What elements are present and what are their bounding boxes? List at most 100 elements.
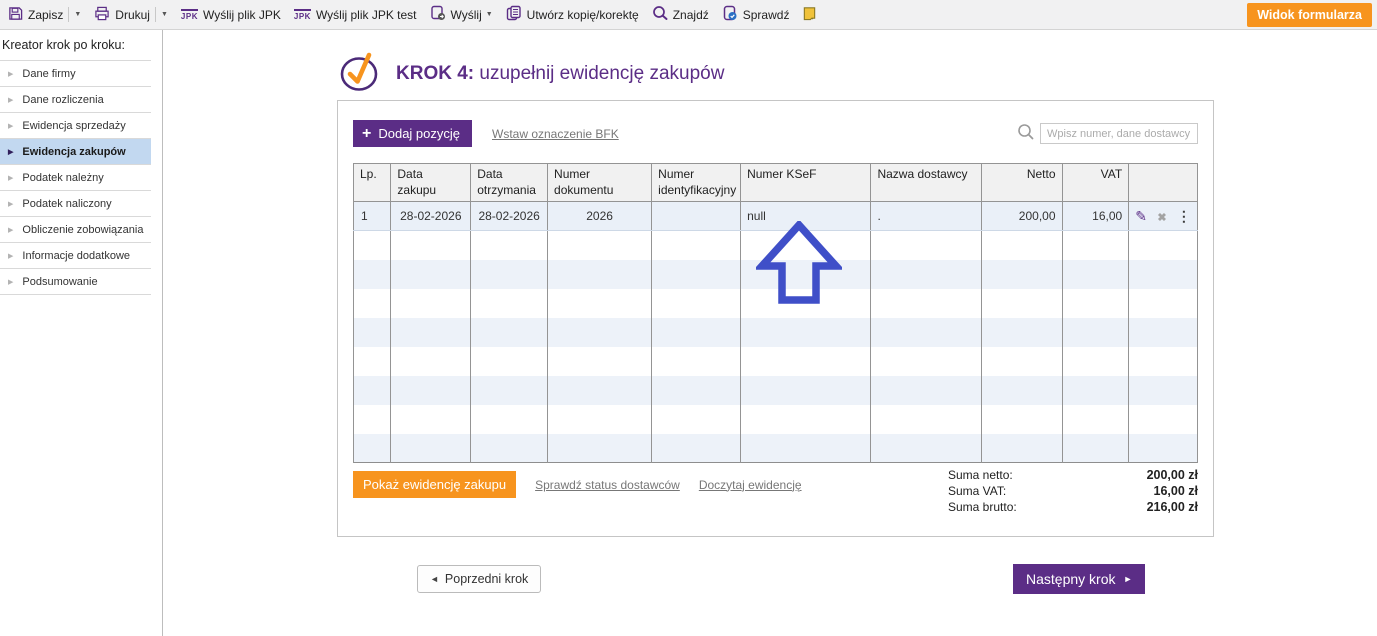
panel-footer: Pokaż ewidencję zakupu Sprawdź status do… xyxy=(353,467,1198,515)
save-label: Zapisz xyxy=(28,8,63,22)
note-icon xyxy=(802,5,817,24)
col-lp: Lp. xyxy=(354,164,391,202)
totals: Suma netto: 200,00 zł Suma VAT: 16,00 zł… xyxy=(948,467,1198,515)
find-label: Znajdź xyxy=(673,8,709,22)
empty-row xyxy=(354,289,1198,318)
print-dropdown-caret[interactable]: ▼ xyxy=(161,11,168,18)
sidebar-item-podatek-nalezny[interactable]: ▶ Podatek należny xyxy=(0,165,151,191)
side-arrow-icon: ▶ xyxy=(8,252,13,260)
edit-icon[interactable]: ✎ xyxy=(1135,208,1147,224)
divider xyxy=(68,7,69,22)
next-step-label: Następny krok xyxy=(1026,571,1115,587)
jpk-icon: JPK xyxy=(181,9,198,21)
print-button[interactable]: Drukuj xyxy=(94,6,150,24)
delete-icon[interactable]: ✖ xyxy=(1157,212,1166,224)
sidebar-item-label: Ewidencja zakupów xyxy=(22,146,125,158)
search-input[interactable] xyxy=(1040,123,1198,144)
previous-step-label: Poprzedni krok xyxy=(445,572,528,586)
table-row[interactable]: 1 28-02-2026 28-02-2026 2026 null . 200,… xyxy=(354,202,1198,231)
note-button[interactable] xyxy=(802,5,817,24)
previous-step-button[interactable]: ◄ Poprzedni krok xyxy=(417,565,541,593)
check-document-icon xyxy=(722,5,738,24)
side-arrow-icon: ▶ xyxy=(8,148,13,156)
col-numer-ksef: Numer KSeF xyxy=(741,164,871,202)
side-arrow-icon: ▶ xyxy=(8,278,13,286)
next-step-button[interactable]: Następny krok ► xyxy=(1013,564,1145,594)
find-button[interactable]: Znajdź xyxy=(652,5,709,24)
chevron-right-icon: ► xyxy=(1123,574,1132,584)
purchase-table-body: 1 28-02-2026 28-02-2026 2026 null . 200,… xyxy=(354,202,1198,463)
send-button[interactable]: Wyślij xyxy=(430,5,482,24)
send-jpk-test-button[interactable]: JPK Wyślij plik JPK test xyxy=(294,8,417,22)
verify-button[interactable]: Sprawdź xyxy=(722,5,790,24)
sum-netto-label: Suma netto: xyxy=(948,467,1013,483)
empty-row xyxy=(354,318,1198,347)
chevron-left-icon: ◄ xyxy=(430,574,439,584)
send-jpk-label: Wyślij plik JPK xyxy=(203,8,281,22)
check-supplier-status-link[interactable]: Sprawdź status dostawców xyxy=(535,478,680,492)
save-button[interactable]: Zapisz xyxy=(8,6,63,24)
search-icon xyxy=(652,5,668,24)
cell-netto: 200,00 xyxy=(981,202,1062,231)
cell-data-zakupu: 28-02-2026 xyxy=(391,202,471,231)
sidebar-item-obliczenie-zobowiazania[interactable]: ▶ Obliczenie zobowiązania xyxy=(0,217,151,243)
send-dropdown-caret[interactable]: ▼ xyxy=(486,11,493,18)
sidebar-item-ewidencja-sprzedazy[interactable]: ▶ Ewidencja sprzedaży xyxy=(0,113,151,139)
toolbar: Zapisz ▼ Drukuj ▼ JPK Wyślij plik JPK JP… xyxy=(0,0,1377,30)
col-data-otrzymania: Data otrzymania xyxy=(471,164,548,202)
copy-icon xyxy=(506,5,522,24)
cell-nazwa-dostawcy: . xyxy=(871,202,981,231)
sidebar-item-label: Informacje dodatkowe xyxy=(22,250,130,262)
save-icon xyxy=(8,6,23,24)
empty-row xyxy=(354,434,1198,463)
col-actions xyxy=(1129,164,1198,202)
create-copy-button[interactable]: Utwórz kopię/korektę xyxy=(506,5,639,24)
sum-netto-row: Suma netto: 200,00 zł xyxy=(948,467,1198,483)
verify-label: Sprawdź xyxy=(743,8,790,22)
show-purchase-register-button[interactable]: Pokaż ewidencję zakupu xyxy=(353,471,516,498)
col-vat: VAT xyxy=(1062,164,1129,202)
sidebar-item-podsumowanie[interactable]: ▶ Podsumowanie xyxy=(0,269,151,295)
sum-brutto-value: 216,00 zł xyxy=(1147,499,1198,515)
side-arrow-icon: ▶ xyxy=(8,122,13,130)
cell-numer-identyfikacyjny xyxy=(652,202,741,231)
sum-brutto-row: Suma brutto: 216,00 zł xyxy=(948,499,1198,515)
purchase-table: Lp. Data zakupu Data otrzymania Numer do… xyxy=(353,163,1198,463)
purchase-register-panel: + Dodaj pozycję Wstaw oznaczenie BFK Lp.… xyxy=(337,100,1214,537)
insert-bfk-link[interactable]: Wstaw oznaczenie BFK xyxy=(492,127,619,141)
empty-row xyxy=(354,376,1198,405)
send-label: Wyślij xyxy=(451,8,482,22)
divider xyxy=(155,7,156,22)
load-register-link[interactable]: Doczytaj ewidencję xyxy=(699,478,802,492)
sidebar-item-label: Podatek naliczony xyxy=(22,198,111,210)
cell-numer-ksef: null xyxy=(741,202,871,231)
table-header-row: Lp. Data zakupu Data otrzymania Numer do… xyxy=(354,164,1198,202)
sidebar-item-label: Ewidencja sprzedaży xyxy=(22,120,125,132)
send-jpk-button[interactable]: JPK Wyślij plik JPK xyxy=(181,8,281,22)
more-icon[interactable]: ⋮ xyxy=(1177,208,1191,224)
sidebar-item-dane-rozliczenia[interactable]: ▶ Dane rozliczenia xyxy=(0,87,151,113)
print-label: Drukuj xyxy=(115,8,150,22)
side-arrow-icon: ▶ xyxy=(8,174,13,182)
jpk-icon: JPK xyxy=(294,9,311,21)
sidebar: Kreator krok po kroku: ▶ Dane firmy ▶ Da… xyxy=(0,30,163,636)
send-icon xyxy=(430,5,446,24)
sidebar-item-dane-firmy[interactable]: ▶ Dane firmy xyxy=(0,61,151,87)
side-arrow-icon: ▶ xyxy=(8,96,13,104)
search-icon xyxy=(1017,123,1034,145)
sum-vat-row: Suma VAT: 16,00 zł xyxy=(948,483,1198,499)
add-position-button[interactable]: + Dodaj pozycję xyxy=(353,120,472,147)
save-dropdown-caret[interactable]: ▼ xyxy=(74,11,81,18)
search-box xyxy=(1017,123,1198,145)
step-header: KROK 4: uzupełnij ewidencję zakupów xyxy=(336,48,724,100)
send-jpk-test-label: Wyślij plik JPK test xyxy=(316,8,417,22)
sum-netto-value: 200,00 zł xyxy=(1147,467,1198,483)
sidebar-item-informacje-dodatkowe[interactable]: ▶ Informacje dodatkowe xyxy=(0,243,151,269)
sidebar-item-podatek-naliczony[interactable]: ▶ Podatek naliczony xyxy=(0,191,151,217)
plus-icon: + xyxy=(362,128,371,140)
form-view-button[interactable]: Widok formularza xyxy=(1247,3,1372,27)
page-title: KROK 4: uzupełnij ewidencję zakupów xyxy=(396,63,724,85)
table-controls: + Dodaj pozycję Wstaw oznaczenie BFK xyxy=(353,120,1198,147)
sidebar-item-ewidencja-zakupow[interactable]: ▶ Ewidencja zakupów xyxy=(0,139,151,165)
step-title-text: uzupełnij ewidencję zakupów xyxy=(479,63,724,84)
